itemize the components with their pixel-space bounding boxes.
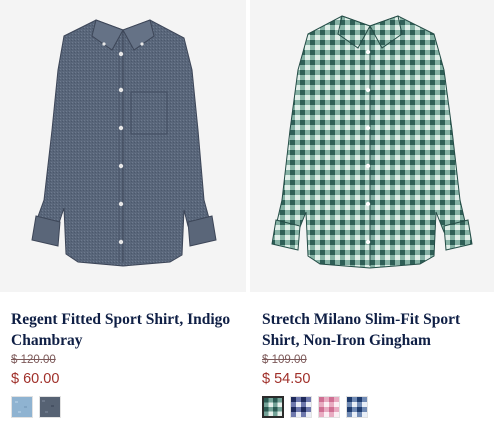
original-price: $ 109.00 [262,354,307,366]
swatch-indigo-chambray[interactable] [39,396,61,418]
indigo-chambray-swatch-icon [40,397,60,417]
green-gingham-swatch-icon [264,398,282,416]
color-swatches [262,396,368,420]
navy-gingham-swatch-icon [291,397,311,417]
swatch-pink-gingham[interactable] [318,396,340,418]
swatch-navy-gingham[interactable] [290,396,312,418]
swatch-light-chambray[interactable] [11,396,33,418]
sale-price: $ 54.50 [262,371,311,387]
original-price: $ 120.00 [11,354,56,366]
product-card: Stretch Milano Slim-Fit Sport Shirt, Non… [250,0,494,427]
pink-gingham-swatch-icon [319,397,339,417]
light-chambray-swatch-icon [12,397,32,417]
swatch-blue-gingham[interactable] [346,396,368,418]
color-swatches [11,396,61,420]
product-title[interactable]: Stretch Milano Slim-Fit Sport Shirt, Non… [262,309,490,351]
product-image[interactable] [0,0,246,292]
product-image[interactable] [250,0,494,292]
swatch-green-gingham[interactable] [262,396,284,418]
product-card: Regent Fitted Sport Shirt, Indigo Chambr… [0,0,247,427]
sale-price: $ 60.00 [11,371,60,387]
chambray-shirt-image [31,19,217,267]
blue-gingham-swatch-icon [347,397,367,417]
product-title[interactable]: Regent Fitted Sport Shirt, Indigo Chambr… [11,309,239,351]
product-grid: Regent Fitted Sport Shirt, Indigo Chambr… [0,0,494,427]
green-gingham-shirt-image [271,15,473,269]
